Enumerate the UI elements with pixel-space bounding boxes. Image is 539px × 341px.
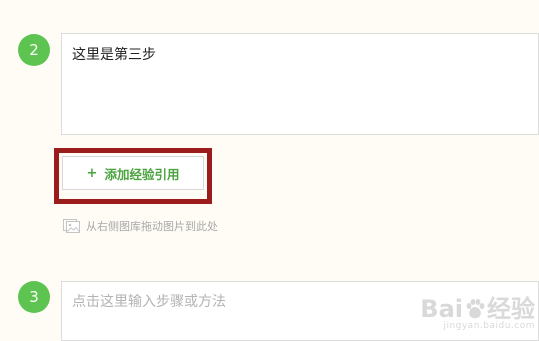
step-2-textarea[interactable]: 这里是第三步 bbox=[61, 33, 539, 135]
step-number-badge-3: 3 bbox=[18, 281, 50, 313]
add-reference-label: 添加经验引用 bbox=[104, 166, 180, 182]
image-icon bbox=[63, 219, 80, 233]
drag-hint-text: 从右侧图库拖动图片到此处 bbox=[86, 220, 218, 233]
paw-icon bbox=[466, 299, 485, 319]
step-number-badge-2: 2 bbox=[18, 34, 50, 66]
watermark-brand-suffix: 经验 bbox=[487, 295, 535, 323]
baidu-jingyan-watermark: Bai 经验 jingyan.baidu.com bbox=[420, 297, 535, 332]
add-experience-reference-button[interactable]: + 添加经验引用 bbox=[62, 156, 204, 190]
watermark-brand-prefix: Bai bbox=[420, 295, 463, 323]
step-3-placeholder: 点击这里输入步骤或方法 bbox=[72, 294, 226, 310]
image-drop-hint: 从右侧图库拖动图片到此处 bbox=[63, 218, 218, 234]
step-2-text: 这里是第三步 bbox=[72, 47, 156, 63]
plus-icon: + bbox=[86, 165, 98, 181]
